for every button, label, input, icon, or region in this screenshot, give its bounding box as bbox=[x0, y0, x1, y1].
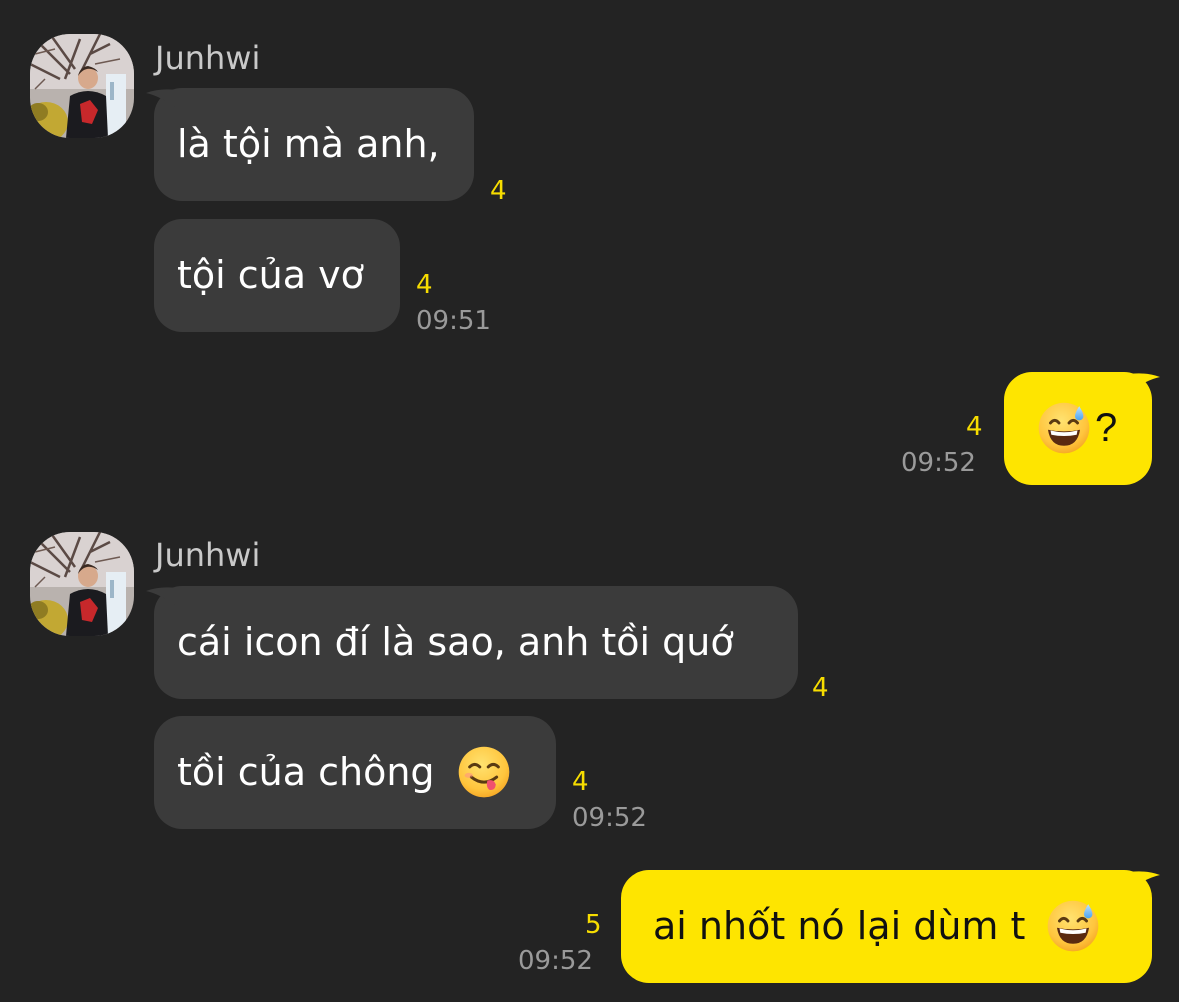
bubble-tail bbox=[1130, 871, 1160, 890]
sender-name: Junhwi bbox=[155, 39, 261, 77]
message-bubble[interactable]: ? bbox=[1004, 372, 1160, 485]
message-text: là tội mà anh, bbox=[177, 122, 440, 166]
message-bubble[interactable]: ai nhốt nó lại dùm t bbox=[621, 870, 1160, 983]
message-timestamp: 09:52 bbox=[901, 448, 976, 478]
message-timestamp: 09:52 bbox=[518, 946, 593, 976]
avatar[interactable] bbox=[30, 34, 134, 138]
message-text: ? bbox=[1095, 406, 1118, 450]
unread-count: 4 bbox=[490, 176, 507, 206]
grinning-sweat-emoji bbox=[1037, 401, 1091, 455]
message-text: ai nhốt nó lại dùm t bbox=[653, 904, 1026, 948]
message-timestamp: 09:52 bbox=[572, 803, 647, 833]
unread-count: 5 bbox=[585, 910, 602, 940]
message-text: tồi của chông bbox=[177, 750, 435, 794]
message-bubble[interactable]: tồi của chông bbox=[154, 716, 556, 829]
grinning-sweat-emoji bbox=[1046, 899, 1100, 953]
bubble-tail bbox=[146, 89, 176, 108]
message-bubble[interactable]: tội của vơ bbox=[154, 219, 400, 332]
bubble-tail bbox=[146, 587, 176, 606]
message-text: tội của vơ bbox=[177, 253, 364, 297]
sender-name: Junhwi bbox=[155, 536, 261, 574]
message-text: cái icon đí là sao, anh tồi quớ bbox=[177, 620, 734, 664]
unread-count: 4 bbox=[572, 767, 589, 797]
unread-count: 4 bbox=[966, 412, 983, 442]
bubble-tail bbox=[1130, 373, 1160, 392]
message-timestamp: 09:51 bbox=[416, 306, 491, 336]
message-bubble[interactable]: cái icon đí là sao, anh tồi quớ bbox=[146, 586, 798, 699]
yum-face-emoji bbox=[457, 745, 511, 799]
avatar[interactable] bbox=[30, 532, 134, 636]
unread-count: 4 bbox=[416, 270, 433, 300]
message-bubble[interactable]: là tội mà anh, bbox=[146, 88, 474, 201]
unread-count: 4 bbox=[812, 673, 829, 703]
